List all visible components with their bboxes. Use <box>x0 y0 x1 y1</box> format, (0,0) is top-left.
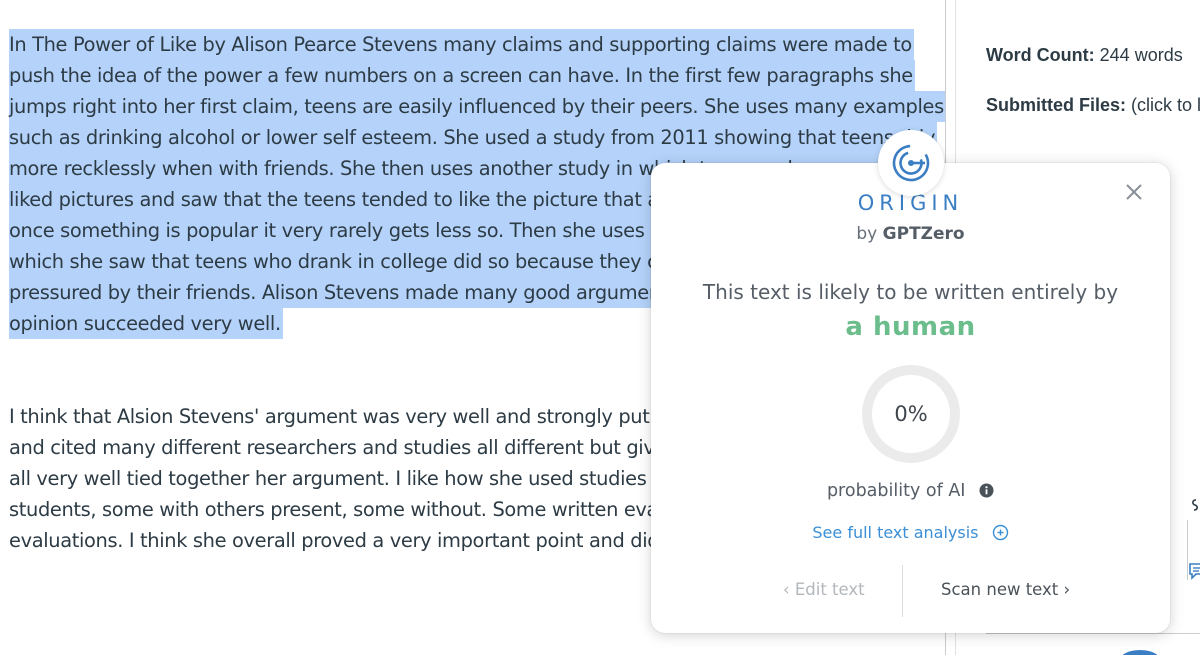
full-analysis-label: See full text analysis <box>812 523 979 542</box>
comment-icon[interactable] <box>1188 560 1200 582</box>
avatar[interactable] <box>1120 650 1160 655</box>
footer-divider <box>902 565 903 617</box>
essay-line: and cited many different researchers and… <box>9 436 684 459</box>
essay-line: students, some with others present, some… <box>9 498 687 521</box>
gptzero-logo <box>878 130 944 196</box>
essay-line: liked pictures and saw that the teens te… <box>9 184 685 215</box>
essay-line: pressured by their friends. Alison Steve… <box>9 277 693 308</box>
essay-line: evaluations. I think she overall proved … <box>9 529 687 552</box>
word-count: Word Count: 244 words <box>986 45 1183 66</box>
verdict-text: This text is likely to be written entire… <box>702 280 1119 304</box>
probability-gauge: 0% <box>861 364 961 464</box>
plus-circle-icon <box>992 524 1008 541</box>
full-analysis-link[interactable]: See full text analysis <box>651 523 1170 542</box>
probability-label-row: probability of AI <box>651 481 1170 503</box>
byline-brand: GPTZero <box>882 224 965 244</box>
submitted-files[interactable]: Submitted Files: (click to lo <box>986 95 1200 116</box>
essay-line: such as drinking alcohol or lower self e… <box>9 122 938 153</box>
submitted-files-label: Submitted Files: <box>986 95 1127 115</box>
page: In The Power of Like by Alison Pearce St… <box>0 0 1200 655</box>
essay-line: which she saw that teens who drank in co… <box>9 246 683 277</box>
gptzero-popup: ORIGIN by GPTZero This text is likely to… <box>651 163 1170 633</box>
essay-line: once something is popular it very rarely… <box>9 215 687 246</box>
essay-line: push the idea of the power a few numbers… <box>9 60 915 91</box>
truncated-text-fragment <box>1186 494 1200 516</box>
gptzero-logo-icon <box>892 144 930 182</box>
word-count-value: 244 words <box>1099 45 1183 65</box>
brand-byline: by GPTZero <box>651 224 1170 244</box>
word-count-label: Word Count: <box>986 45 1095 65</box>
essay-line: I think that Alsion Stevens' argument wa… <box>9 405 650 428</box>
probability-label: probability of AI <box>826 481 966 501</box>
scan-new-text-button[interactable]: Scan new text › <box>941 580 1070 599</box>
byline-prefix: by <box>856 224 878 244</box>
essay-line: all very well tied together her argument… <box>9 467 676 490</box>
essay-line: opinion succeeded very well. <box>9 308 283 339</box>
essay-line: jumps right into her first claim, teens … <box>9 91 946 122</box>
submitted-files-link[interactable]: (click to lo <box>1131 95 1200 115</box>
probability-value: 0% <box>894 402 928 426</box>
info-icon[interactable] <box>979 483 994 503</box>
edit-text-button[interactable]: ‹ Edit text <box>783 580 865 599</box>
essay-line: In The Power of Like by Alison Pearce St… <box>9 29 914 60</box>
verdict-result: a human <box>845 312 976 342</box>
side-border <box>986 633 1200 634</box>
